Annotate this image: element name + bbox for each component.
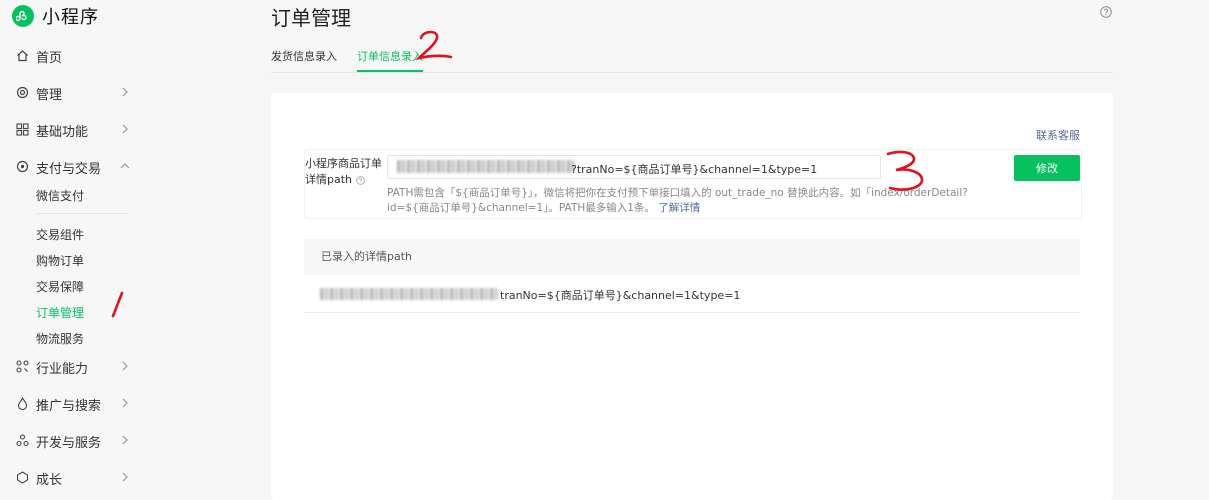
redacted-path-prefix xyxy=(397,160,575,173)
entered-path-value: tranNo=${商品订单号}&channel=1&type=1 xyxy=(500,289,741,302)
contact-service-link[interactable]: 联系客服 xyxy=(1036,127,1080,143)
sidebar-item-label: 推广与搜索 xyxy=(36,398,102,414)
growth-icon xyxy=(16,471,30,485)
entered-path-list: 已录入的详情path tranNo=${商品订单号}&channel=1&typ… xyxy=(304,239,1080,313)
manage-icon xyxy=(16,86,30,100)
sidebar: 小程序 首页 管理 基础功能 支付与交易 微信支付 交易组件 购物订单 交易保障… xyxy=(0,0,140,500)
sidebar-divider xyxy=(36,213,128,214)
annotation-1: 1 xyxy=(108,290,124,318)
sidebar-item-label: 首页 xyxy=(36,50,63,66)
page-title: 订单管理 xyxy=(271,6,351,30)
annotation-3: 3 xyxy=(882,148,924,191)
sidebar-sub-logistics[interactable]: 物流服务 xyxy=(36,330,84,348)
sidebar-item-label: 行业能力 xyxy=(36,361,89,377)
sidebar-item-manage[interactable]: 管理 xyxy=(16,82,134,104)
sidebar-item-label: 开发与服务 xyxy=(36,435,102,451)
chevron-right-icon xyxy=(122,124,128,134)
sidebar-item-pay[interactable]: 支付与交易 xyxy=(16,156,134,178)
dev-icon xyxy=(16,434,30,448)
sidebar-item-label: 基础功能 xyxy=(36,124,89,140)
home-icon xyxy=(16,49,30,63)
content-card: 联系客服 小程序商品订单详情path ?tranNo=${商品订单号}&chan… xyxy=(271,93,1113,500)
detail-path-label: 小程序商品订单详情path xyxy=(305,157,382,186)
sidebar-item-label: 成长 xyxy=(36,472,63,488)
sidebar-sub-trade-component[interactable]: 交易组件 xyxy=(36,226,84,244)
annotation-2: 2 xyxy=(415,28,453,61)
svg-text:3: 3 xyxy=(882,148,883,149)
sidebar-item-home[interactable]: 首页 xyxy=(16,45,134,67)
brand[interactable]: 小程序 xyxy=(12,4,99,28)
learn-more-link[interactable]: 了解详情 xyxy=(658,202,700,214)
detail-path-input-value: ?tranNo=${商品订单号}&channel=1&type=1 xyxy=(571,163,818,176)
pay-icon xyxy=(16,160,30,174)
chevron-up-icon xyxy=(120,163,130,169)
sidebar-sub-order-management[interactable]: 订单管理 xyxy=(36,304,84,322)
sidebar-item-label: 管理 xyxy=(36,87,63,103)
sidebar-sub-wechat-pay[interactable]: 微信支付 xyxy=(36,187,84,205)
sidebar-item-industry[interactable]: 行业能力 xyxy=(16,356,134,378)
chevron-right-icon xyxy=(122,472,128,482)
redacted-path-prefix xyxy=(320,288,498,300)
chevron-right-icon xyxy=(122,398,128,408)
tab-shipping-info[interactable]: 发货信息录入 xyxy=(271,48,337,70)
sidebar-sub-trade-guarantee[interactable]: 交易保障 xyxy=(36,278,84,296)
detail-path-form: 小程序商品订单详情path ?tranNo=${商品订单号}&channel=1… xyxy=(304,149,1082,219)
help-icon[interactable] xyxy=(1100,6,1112,18)
sidebar-item-promote[interactable]: 推广与搜索 xyxy=(16,393,134,415)
svg-text:1: 1 xyxy=(108,290,109,291)
tab-bar: 发货信息录入 订单信息录入 xyxy=(271,46,1113,73)
svg-text:2: 2 xyxy=(415,28,416,29)
chevron-right-icon xyxy=(122,361,128,371)
list-header: 已录入的详情path xyxy=(304,239,1080,275)
brand-name: 小程序 xyxy=(42,7,99,28)
list-item: tranNo=${商品订单号}&channel=1&type=1 xyxy=(304,275,1080,313)
tab-order-info[interactable]: 订单信息录入 xyxy=(357,48,423,72)
chevron-right-icon xyxy=(122,435,128,445)
help-icon[interactable] xyxy=(355,175,365,185)
mini-program-logo-icon xyxy=(12,5,34,27)
grid-icon xyxy=(16,123,30,137)
edit-button[interactable]: 修改 xyxy=(1014,155,1080,181)
promote-icon xyxy=(16,397,30,411)
sidebar-item-growth[interactable]: 成长 xyxy=(16,467,134,489)
chevron-right-icon xyxy=(122,87,128,97)
industry-icon xyxy=(16,360,30,374)
sidebar-item-basic[interactable]: 基础功能 xyxy=(16,119,134,141)
sidebar-sub-shopping-order[interactable]: 购物订单 xyxy=(36,252,84,270)
app-window: 小程序 首页 管理 基础功能 支付与交易 微信支付 交易组件 购物订单 交易保障… xyxy=(0,0,1209,500)
sidebar-item-dev[interactable]: 开发与服务 xyxy=(16,430,134,452)
sidebar-item-label: 支付与交易 xyxy=(36,161,102,177)
